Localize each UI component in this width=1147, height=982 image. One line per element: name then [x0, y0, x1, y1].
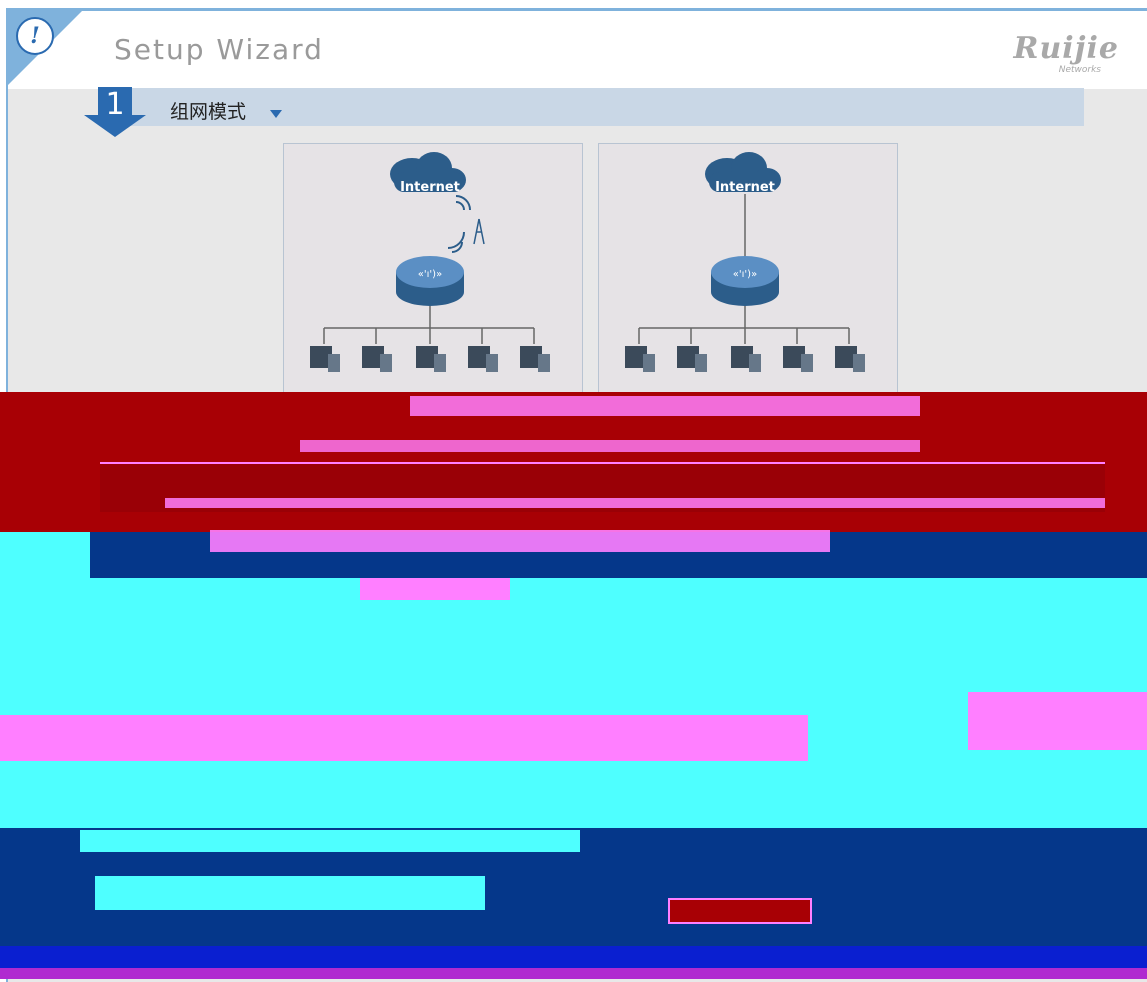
step-bar: [118, 88, 1084, 126]
wifi-signal-icon: [447, 195, 471, 253]
glitch-block-pink: [968, 692, 1147, 750]
client-computers: [625, 346, 865, 372]
glitch-streak: [165, 498, 1105, 508]
client-computers: [310, 346, 550, 372]
glitch-streak: [360, 578, 510, 600]
glitch-block-pink: [0, 715, 808, 761]
cloud-label: Internet: [715, 180, 775, 195]
wizard-header: ! Setup Wizard Ruijie Networks: [8, 11, 1147, 89]
glitch-streak: [95, 876, 485, 910]
glitch-streak: [410, 396, 920, 416]
alert-icon: !: [16, 17, 54, 55]
mode-option-wireless[interactable]: Internet «'ı')»: [283, 143, 583, 407]
glitch-streak: [300, 440, 920, 452]
glitch-streak: [668, 898, 812, 924]
router-icon: «'ı')»: [396, 256, 464, 306]
router-icon: «'ı')»: [711, 256, 779, 306]
page-title: Setup Wizard: [114, 33, 324, 66]
step-label[interactable]: 组网模式: [170, 97, 246, 124]
antenna-icon: [473, 218, 485, 245]
network-tree: [323, 306, 535, 344]
svg-text:«'ı')»: «'ı')»: [733, 269, 757, 280]
cloud-label: Internet: [400, 180, 460, 195]
network-tree: [638, 306, 850, 344]
brand-logo: Ruijie: [1013, 31, 1119, 66]
glitch-streak: [80, 830, 580, 852]
step-number: 1: [105, 87, 125, 122]
chevron-down-icon[interactable]: [270, 110, 282, 118]
glitch-block-blue: [0, 946, 1147, 968]
svg-text:«'ı')»: «'ı')»: [418, 269, 442, 280]
glitch-block-violet: [0, 968, 1147, 979]
brand-logo-subtitle: Networks: [1058, 65, 1101, 75]
glitch-streak: [210, 530, 830, 552]
mode-option-wired[interactable]: Internet «'ı')»: [598, 143, 898, 407]
